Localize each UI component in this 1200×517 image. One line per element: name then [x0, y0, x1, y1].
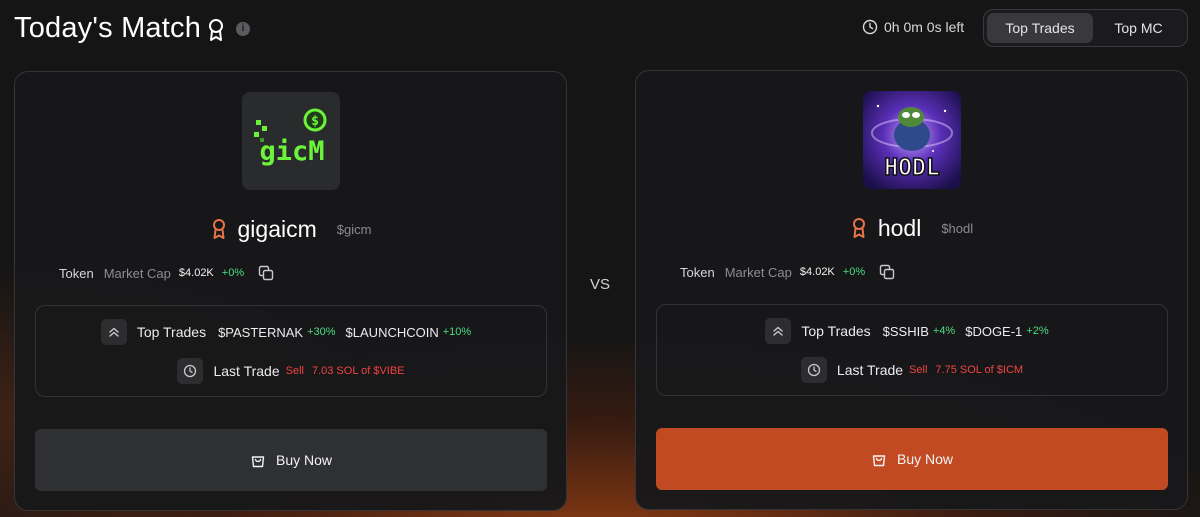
- market-cap-change: +0%: [221, 267, 245, 279]
- market-cap-label: Market Cap: [103, 265, 171, 281]
- tab-top-mc[interactable]: Top MC: [1093, 13, 1184, 43]
- buy-now-label: Buy Now: [275, 452, 333, 468]
- copy-icon[interactable]: [879, 264, 895, 280]
- chevrons-up-icon: [100, 319, 127, 345]
- token-name: gigaicm: [237, 215, 317, 242]
- tab-top-trades[interactable]: Top Trades: [987, 13, 1093, 43]
- token-meta: Token Market Cap $4.02K +0%: [59, 265, 274, 281]
- trade-change: +4%: [932, 325, 956, 337]
- trade-side: Sell: [285, 365, 304, 377]
- token-title-row: hodl $hodl: [636, 211, 1187, 245]
- svg-text:HODL: HODL: [884, 155, 939, 181]
- token-symbol: $gicm: [336, 221, 372, 237]
- medal-icon: [852, 218, 865, 238]
- trade-change: +10%: [442, 326, 472, 338]
- page-title: Today's Match: [14, 12, 202, 44]
- trade-description: 7.03 SOL of $VIBE: [311, 365, 405, 377]
- trade-info-panel: Top Trades $PASTERNAK +30% $LAUNCHCOIN +…: [35, 305, 547, 397]
- medal-icon: [212, 219, 225, 239]
- shopping-bag-icon: [872, 455, 886, 467]
- token-label: Token: [680, 264, 715, 280]
- trade-description: 7.75 SOL of $ICM: [935, 364, 1024, 376]
- top-trades-row: Top Trades $PASTERNAK +30% $LAUNCHCOIN +…: [36, 318, 546, 346]
- last-trade-row: Last Trade Sell 7.75 SOL of $ICM: [657, 356, 1167, 384]
- sort-toggle: Top Trades Top MC: [983, 9, 1188, 47]
- clock-icon: [800, 357, 827, 383]
- last-trade-row: Last Trade Sell 7.03 SOL of $VIBE: [36, 357, 546, 385]
- token-label: Token: [59, 265, 94, 281]
- market-cap-value: $4.02K: [178, 267, 214, 279]
- trade-ticker[interactable]: $DOGE-1: [965, 324, 1022, 339]
- trade-change: +2%: [1026, 325, 1049, 337]
- token-logo: $ gicM: [242, 92, 340, 190]
- top-trades-label: Top Trades: [801, 323, 871, 339]
- token-card-left: $ gicM gigaicm $gicm Token Market Cap $4…: [14, 71, 567, 511]
- timer-text: 0h 0m 0s left: [884, 19, 965, 35]
- trade-ticker[interactable]: $PASTERNAK: [218, 325, 303, 340]
- top-trades-row: Top Trades $SSHIB +4% $DOGE-1 +2%: [657, 317, 1167, 345]
- award-icon: [209, 19, 223, 41]
- clock-icon: [862, 19, 878, 35]
- token-card-right: HODL hodl $hodl Token Market Cap $4.02K …: [635, 70, 1188, 510]
- token-meta: Token Market Cap $4.02K +0%: [680, 264, 895, 280]
- info-icon[interactable]: i: [236, 22, 250, 36]
- trade-ticker[interactable]: $LAUNCHCOIN: [346, 325, 439, 340]
- trade-info-panel: Top Trades $SSHIB +4% $DOGE-1 +2% Last T…: [656, 304, 1168, 396]
- last-trade-label: Last Trade: [213, 363, 280, 379]
- trade-ticker[interactable]: $SSHIB: [883, 324, 929, 339]
- svg-text:gicM: gicM: [259, 136, 324, 167]
- token-symbol: $hodl: [941, 220, 974, 236]
- market-cap-value: $4.02K: [799, 266, 835, 278]
- token-logo: HODL: [863, 91, 961, 189]
- trade-change: +30%: [307, 326, 336, 338]
- market-cap-change: +0%: [842, 266, 866, 278]
- top-trades-label: Top Trades: [136, 324, 207, 340]
- shopping-bag-icon: [251, 456, 265, 468]
- last-trade-label: Last Trade: [836, 362, 904, 378]
- token-title-row: gigaicm $gicm: [15, 212, 566, 246]
- token-name: hodl: [877, 214, 922, 241]
- trade-side: Sell: [909, 364, 928, 376]
- buy-now-button[interactable]: Buy Now: [35, 429, 547, 491]
- header: Today's Match i 0h 0m 0s left Top Trades…: [0, 0, 1200, 60]
- countdown-timer: 0h 0m 0s left: [862, 19, 964, 35]
- vs-label: VS: [590, 276, 611, 293]
- clock-icon: [177, 358, 204, 384]
- chevrons-up-icon: [765, 318, 792, 344]
- buy-now-button[interactable]: Buy Now: [656, 428, 1168, 490]
- buy-now-label: Buy Now: [896, 451, 954, 467]
- svg-text:$: $: [311, 114, 319, 129]
- market-cap-label: Market Cap: [724, 264, 792, 280]
- copy-icon[interactable]: [258, 265, 274, 281]
